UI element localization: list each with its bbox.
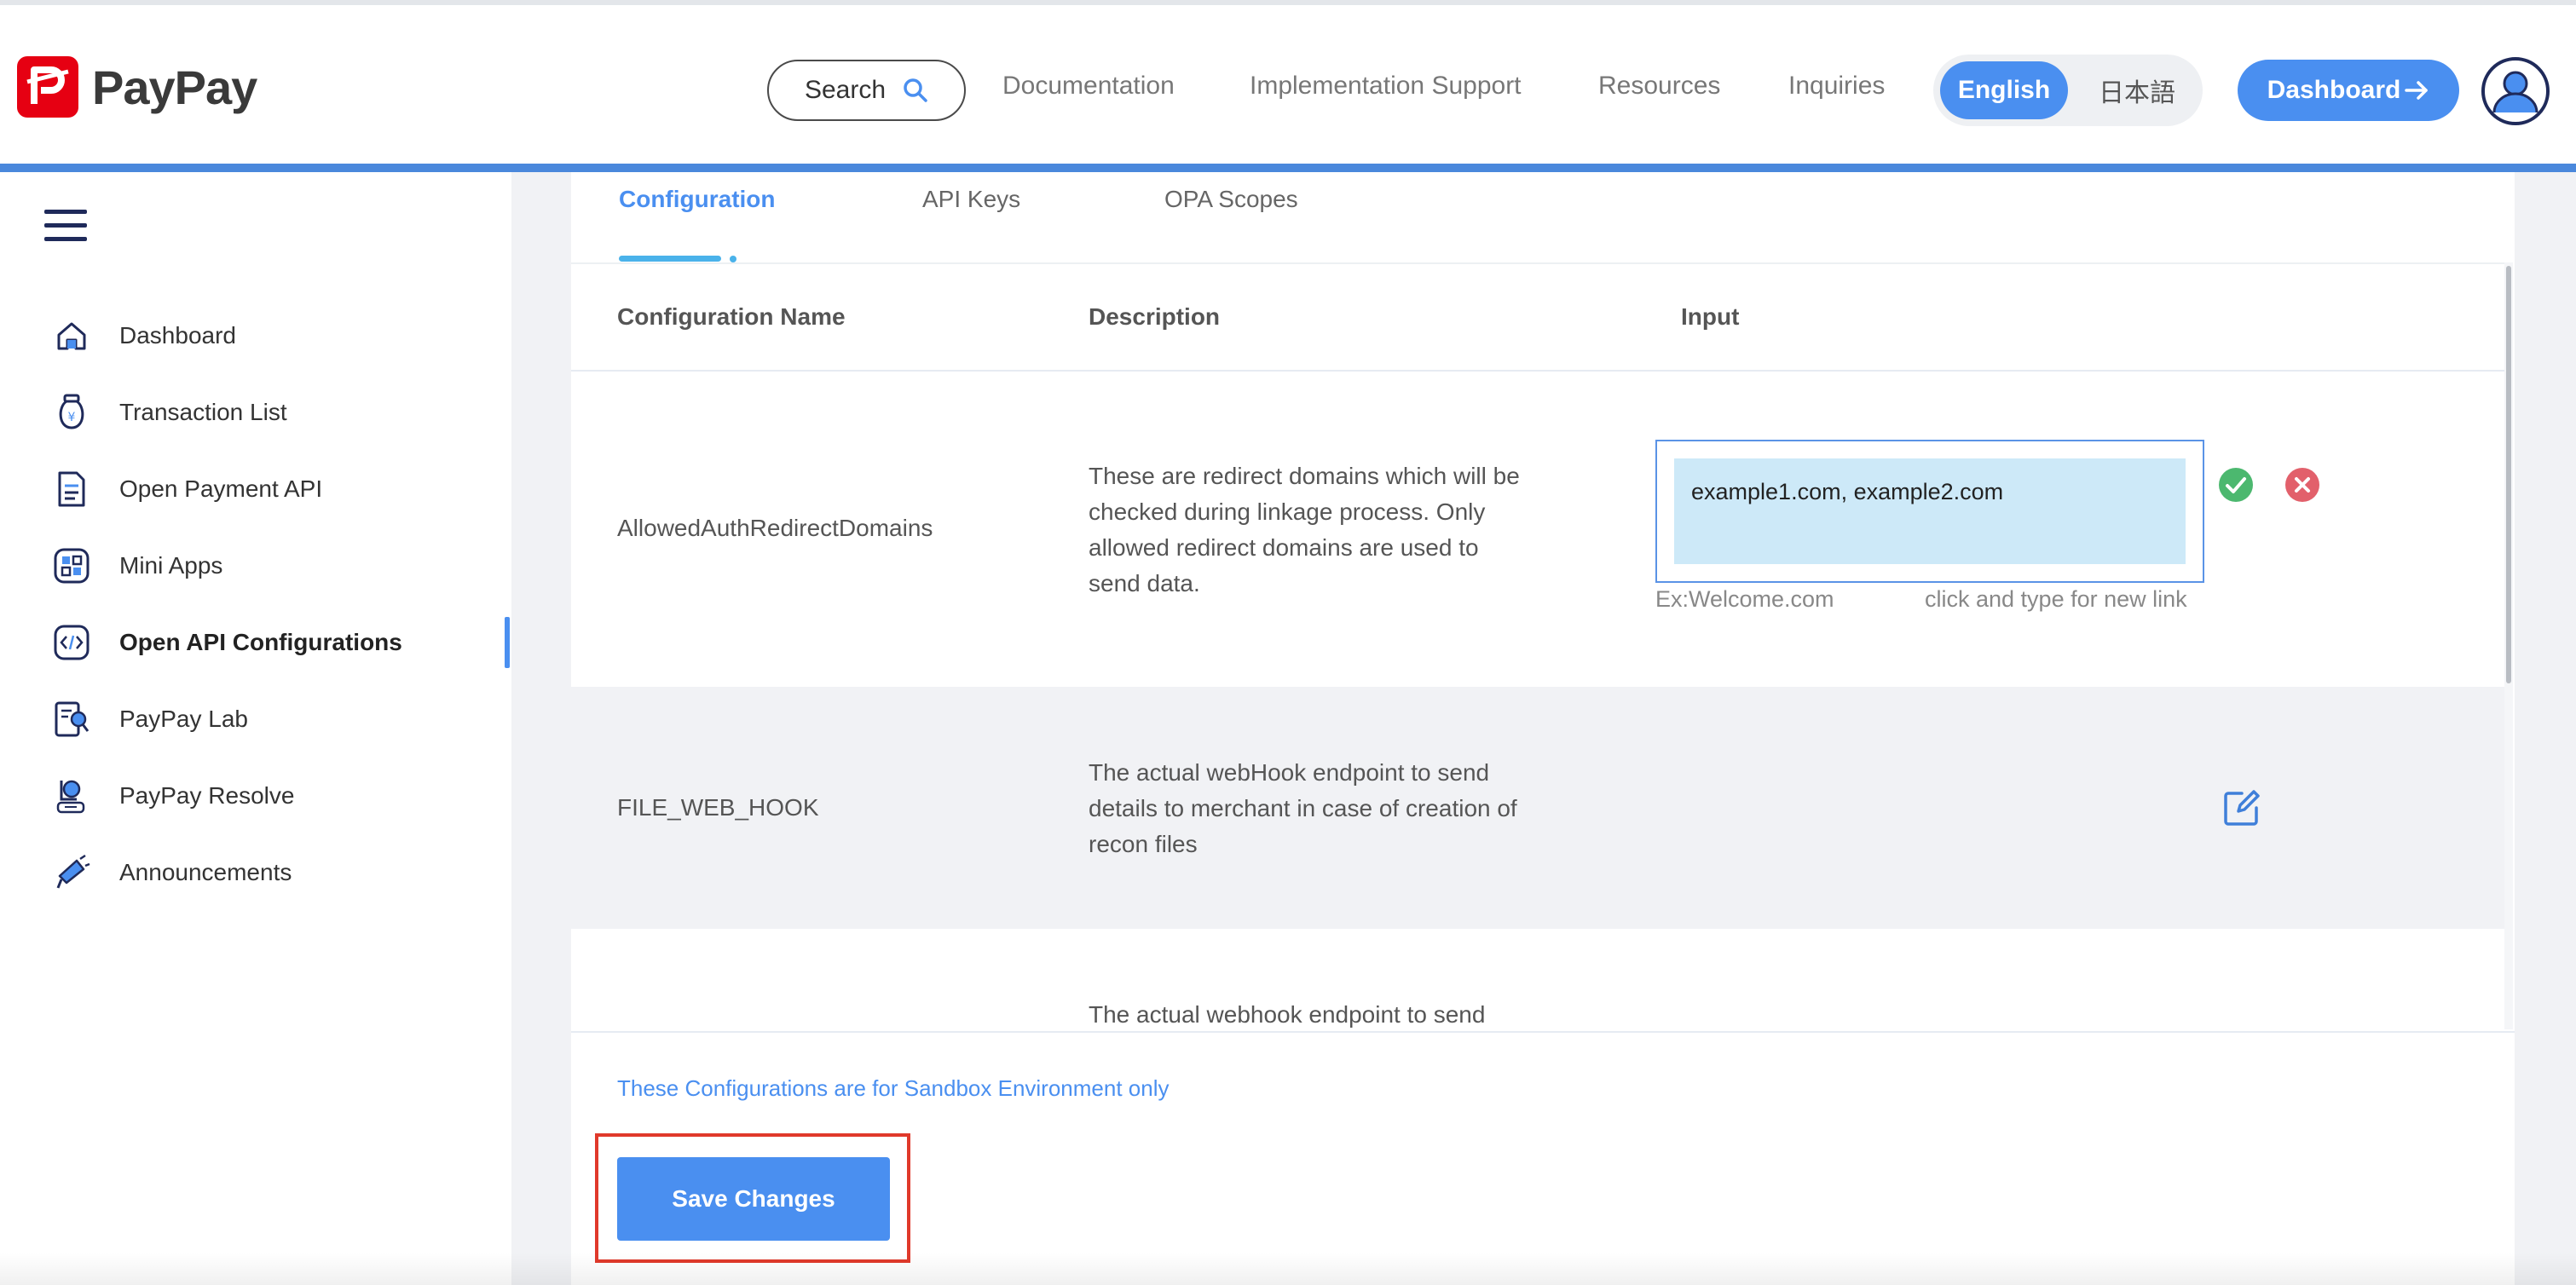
lang-english-button[interactable]: English xyxy=(1940,61,2068,119)
header: PayPay Search Documentation Implementati… xyxy=(0,5,2576,165)
dashboard-label: Dashboard xyxy=(2267,76,2401,104)
cancel-x-icon[interactable] xyxy=(2284,467,2320,503)
document-icon xyxy=(51,469,92,510)
sidebar-item-announcements[interactable]: Announcements xyxy=(51,847,292,898)
column-header-input: Input xyxy=(1681,303,1740,330)
config-name: AllowedAuthRedirectDomains xyxy=(617,515,933,541)
nav-inquiries[interactable]: Inquiries xyxy=(1788,72,1885,101)
sidebar-item-label: Open API Configurations xyxy=(119,629,402,655)
config-description: The actual webhook endpoint to send xyxy=(1089,1001,1486,1028)
paypay-logo-icon xyxy=(17,56,78,118)
mini-apps-icon xyxy=(51,545,92,586)
footer-divider xyxy=(571,1031,2515,1033)
save-changes-button[interactable]: Save Changes xyxy=(617,1157,890,1241)
sidebar-item-open-payment-api[interactable]: Open Payment API xyxy=(51,464,322,515)
tab-configuration[interactable]: Configuration xyxy=(619,186,776,213)
table-scrollbar-thumb[interactable] xyxy=(2506,266,2511,683)
tab-opa-scopes[interactable]: OPA Scopes xyxy=(1164,186,1298,213)
sidebar-item-label: Transaction List xyxy=(119,399,287,425)
config-description: These are redirect domains which will be… xyxy=(1089,463,1520,596)
sidebar-item-label: Announcements xyxy=(119,859,292,885)
input-example-hint: Ex:Welcome.com xyxy=(1655,586,1834,612)
sidebar-item-label: PayPay Lab xyxy=(119,706,248,732)
column-header-description: Description xyxy=(1089,303,1221,330)
nav-documentation[interactable]: Documentation xyxy=(1002,72,1175,101)
sidebar-item-paypay-lab[interactable]: PayPay Lab xyxy=(51,694,248,745)
arrow-right-icon xyxy=(2405,81,2429,100)
table-row: AllowedAuthRedirectDomains These are red… xyxy=(571,372,2511,687)
redirect-domains-input-frame[interactable]: example1.com, example2.com xyxy=(1655,440,2204,583)
redirect-domains-input[interactable]: example1.com, example2.com xyxy=(1674,458,2186,564)
resolve-icon xyxy=(51,775,92,816)
input-help-hint: click and type for new link xyxy=(1925,586,2187,612)
code-icon xyxy=(51,622,92,663)
sidebar-item-dashboard[interactable]: Dashboard xyxy=(51,310,236,361)
sidebar-item-label: Open Payment API xyxy=(119,475,323,502)
sidebar-item-mini-apps[interactable]: Mini Apps xyxy=(51,540,222,591)
tabs-divider xyxy=(571,262,2511,264)
table-row: FILE_WEB_HOOK The actual webHook endpoin… xyxy=(571,687,2511,929)
svg-text:¥: ¥ xyxy=(68,411,76,424)
header-accent-bar xyxy=(0,164,2576,172)
language-toggle: English 日本語 xyxy=(1933,55,2203,126)
search-icon xyxy=(904,78,927,102)
lab-icon xyxy=(51,699,92,740)
user-avatar-icon[interactable] xyxy=(2481,56,2550,126)
sidebar-item-paypay-resolve[interactable]: PayPay Resolve xyxy=(51,770,294,821)
brand-name: PayPay xyxy=(92,60,257,114)
config-name: FILE_WEB_HOOK xyxy=(617,794,819,821)
config-description: The actual webHook endpoint to send deta… xyxy=(1089,759,1517,857)
megaphone-icon xyxy=(51,852,92,893)
sidebar-item-label: Mini Apps xyxy=(119,552,223,579)
tab-api-keys[interactable]: API Keys xyxy=(922,186,1020,213)
sidebar-item-label: Dashboard xyxy=(119,322,236,349)
sidebar-item-open-api-configurations[interactable]: Open API Configurations xyxy=(51,617,402,668)
app-root: PayPay Search Documentation Implementati… xyxy=(0,0,2576,1285)
sidebar: Dashboard ¥ Transaction List Open Paymen… xyxy=(0,172,511,1285)
active-tab-dot xyxy=(730,256,736,262)
search-button[interactable]: Search xyxy=(767,60,966,121)
home-icon xyxy=(51,315,92,356)
sidebar-item-transaction-list[interactable]: ¥ Transaction List xyxy=(51,387,287,438)
sidebar-active-indicator xyxy=(505,617,510,668)
confirm-check-icon[interactable] xyxy=(2218,467,2254,503)
paypay-logo[interactable]: PayPay xyxy=(17,56,257,118)
hamburger-menu-icon[interactable] xyxy=(44,210,87,242)
active-tab-underline xyxy=(619,256,721,262)
yen-bag-icon: ¥ xyxy=(51,392,92,433)
nav-resources[interactable]: Resources xyxy=(1598,72,1720,101)
nav-implementation-support[interactable]: Implementation Support xyxy=(1250,72,1522,101)
sandbox-note: These Configurations are for Sandbox Env… xyxy=(617,1075,1170,1101)
column-header-configuration-name: Configuration Name xyxy=(617,303,846,330)
table-row: The actual webhook endpoint to send xyxy=(571,929,2511,1031)
lang-japanese-button[interactable]: 日本語 xyxy=(2082,61,2192,119)
sidebar-item-label: PayPay Resolve xyxy=(119,782,295,809)
search-label: Search xyxy=(804,76,887,104)
edit-icon[interactable] xyxy=(2223,789,2261,827)
dashboard-button[interactable]: Dashboard xyxy=(2238,60,2459,121)
